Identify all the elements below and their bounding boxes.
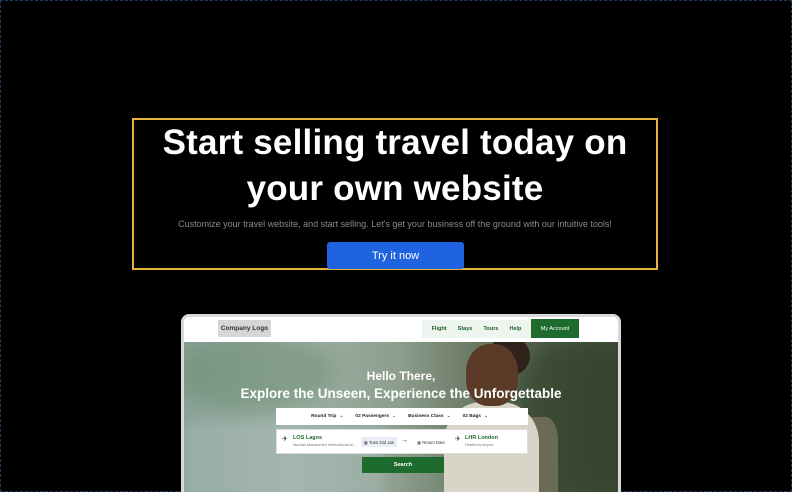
nav-tours[interactable]: Tours	[483, 326, 498, 332]
class-label: Business Class	[408, 414, 444, 419]
hero-photo: Hello There, Explore the Unseen, Experie…	[184, 342, 618, 492]
nav-stays[interactable]: Stays	[458, 326, 473, 332]
website-preview: Company Logo Flight Stays Tours Help My …	[181, 314, 621, 492]
flight-search-row: ✈ LOS Lagos Murtala Muhammed Internation…	[276, 429, 528, 454]
hero-headline: Start selling travel today on your own w…	[162, 123, 628, 208]
destination-field[interactable]: LHR London	[465, 435, 498, 441]
origin-detail: Murtala Muhammed International Ai...	[293, 443, 357, 447]
hero-subtext: Customize your travel website, and start…	[178, 219, 612, 229]
trip-type-select[interactable]: Round Trip ⌄	[311, 414, 343, 419]
depart-date-label: Tues 2nd Jan	[368, 439, 395, 445]
destination-detail: Heathrow Airport	[465, 443, 494, 447]
passengers-label: 02 Passengers	[355, 414, 390, 419]
bags-label: 02 Bags	[462, 414, 481, 419]
bags-select[interactable]: 02 Bags ⌄	[463, 414, 488, 419]
search-options: Round Trip ⌄ 02 Passengers ⌄ Business Clas…	[276, 408, 528, 425]
passengers-select[interactable]: 02 Passengers ⌄	[355, 414, 396, 419]
nav-help[interactable]: Help	[509, 326, 521, 332]
class-select[interactable]: Business Class ⌄	[408, 414, 451, 419]
preview-tagline: Explore the Unseen, Experience the Unfor…	[240, 386, 562, 401]
origin-field[interactable]: LOS Lagos	[293, 435, 322, 441]
plane-landing-icon: ✈	[455, 436, 461, 443]
return-date-field[interactable]: ▦ Return Date	[413, 437, 449, 447]
chevron-down-icon: ⌄	[446, 414, 451, 419]
nav-flight[interactable]: Flight	[432, 326, 447, 332]
arrow-right-icon: →	[401, 437, 408, 444]
trip-type-label: Round Trip	[311, 414, 337, 419]
plane-takeoff-icon: ✈	[282, 436, 288, 443]
chevron-down-icon: ⌄	[339, 414, 344, 419]
greeting: Hello There,	[366, 369, 436, 383]
depart-date-field[interactable]: ▦ Tues 2nd Jan	[361, 437, 397, 447]
chevron-down-icon: ⌄	[483, 414, 488, 419]
preview-nav: Flight Stays Tours Help	[422, 320, 531, 338]
search-button[interactable]: Search	[362, 457, 444, 473]
return-date-label: Return Date	[422, 439, 445, 445]
my-account-button[interactable]: My Account	[531, 319, 579, 338]
preview-topbar: Company Logo Flight Stays Tours Help My …	[184, 317, 618, 342]
try-it-now-button[interactable]: Try it now	[327, 242, 464, 269]
company-logo[interactable]: Company Logo	[218, 320, 271, 337]
chevron-down-icon: ⌄	[392, 414, 397, 419]
